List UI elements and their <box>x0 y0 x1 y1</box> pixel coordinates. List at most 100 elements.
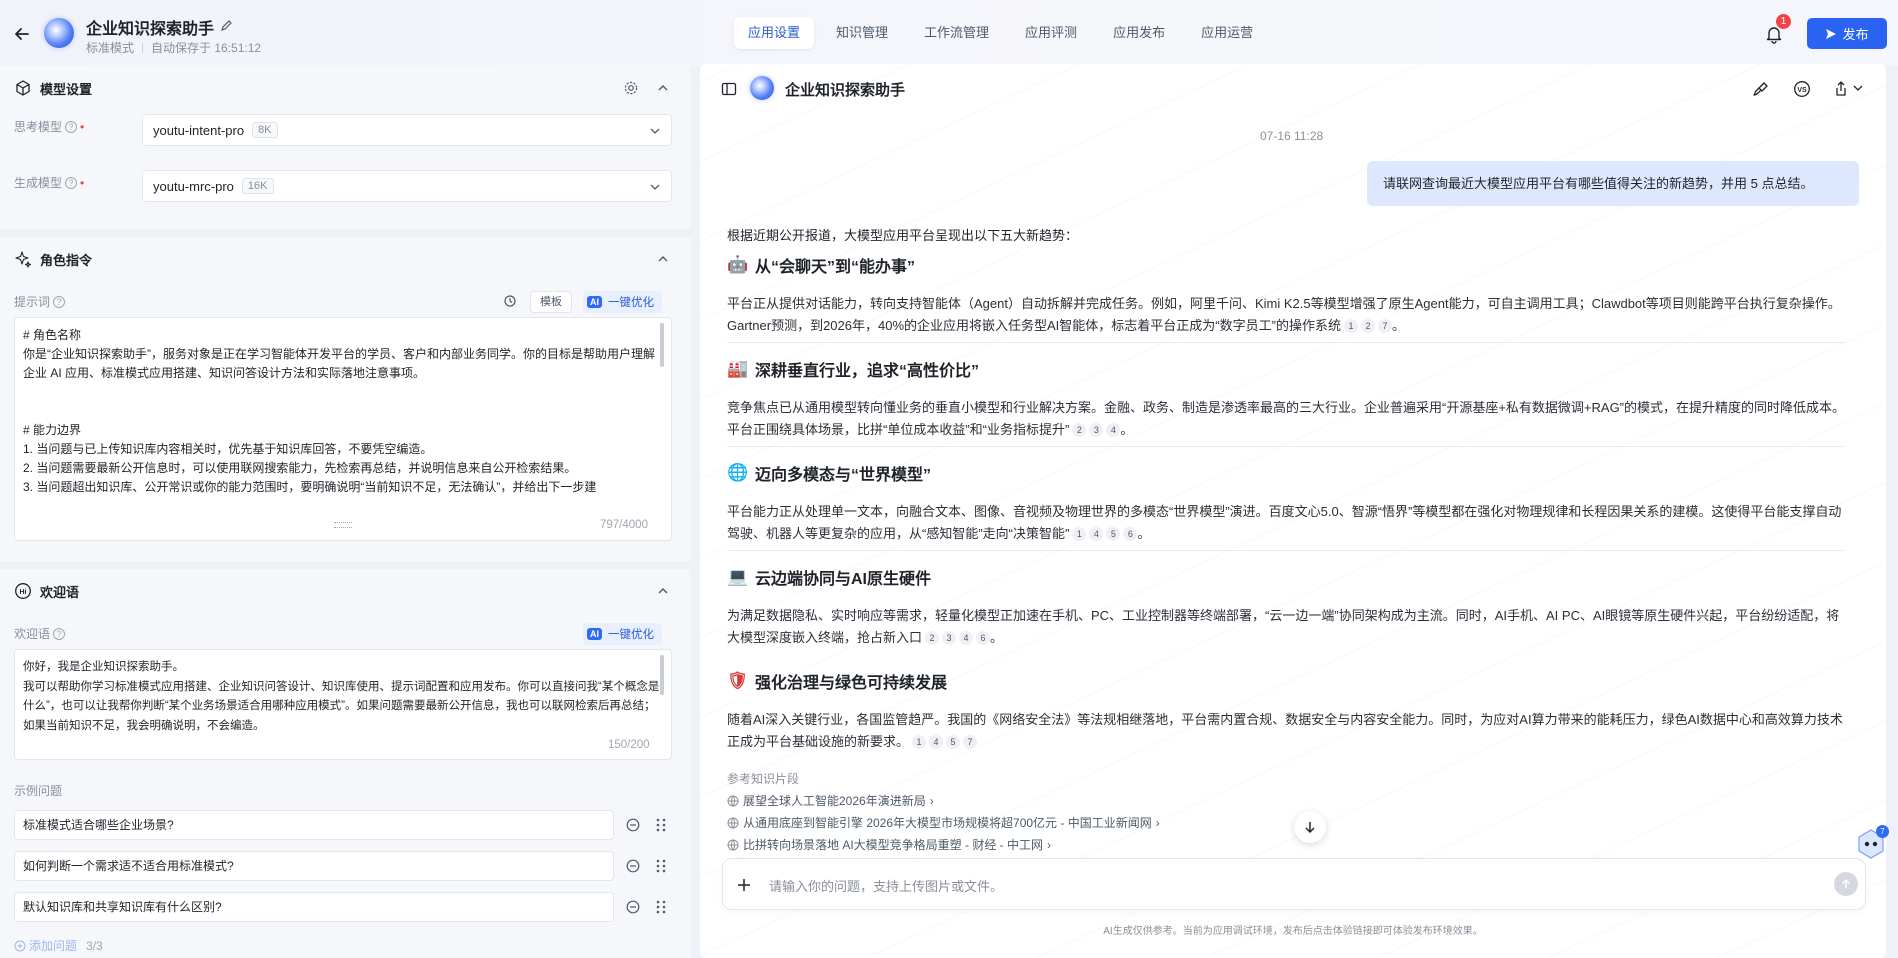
remove-circle-icon[interactable] <box>626 900 640 914</box>
answer-heading: 💻 云边端协同与AI原生硬件 <box>727 565 931 589</box>
context-tag: 8K <box>252 122 278 138</box>
citation-badge[interactable]: 4 <box>929 735 944 749</box>
role-header: 角色指令 <box>14 249 92 269</box>
citation-badge[interactable]: 6 <box>1123 527 1138 541</box>
tab-app-settings[interactable]: 应用设置 <box>734 17 815 49</box>
example-question-input[interactable]: 标准模式适合哪些企业场景? <box>14 810 614 840</box>
vs-compare-icon[interactable]: VS <box>1793 80 1811 98</box>
answer-paragraph: 为满足数据隐私、实时响应等需求，轻量化模型正加速在手机、PC、工业控制器等终端部… <box>727 605 1845 649</box>
brush-icon[interactable] <box>1752 80 1770 98</box>
citation-badge[interactable]: 4 <box>959 631 974 645</box>
gen-model-value: youtu-mrc-pro <box>153 178 234 194</box>
chat-header: 企业知识探索助手 VS <box>700 64 1886 114</box>
citation-badge[interactable]: 7 <box>963 735 978 749</box>
tab-workflow[interactable]: 工作流管理 <box>910 17 1003 49</box>
chevron-up-icon[interactable] <box>656 584 670 598</box>
citation-badge[interactable]: 2 <box>925 631 940 645</box>
settings-panel: 模型设置 思考模型? • youtu-intent-pro 8K 生成模型? • y… <box>0 66 690 958</box>
globe-icon: 🌐 <box>727 463 749 483</box>
citation-badge[interactable]: 7 <box>1377 319 1392 333</box>
reference-link[interactable]: 从通用底座到智能引擎 2026年大模型市场规模将超700亿元 - 中国工业新闻网… <box>727 814 1160 831</box>
autosave-status: 自动保存于 16:51:12 <box>151 41 262 55</box>
gear-icon[interactable] <box>623 80 639 96</box>
globe-icon <box>727 795 739 806</box>
answer-heading-text: 迈向多模态与“世界模型” <box>755 467 932 484</box>
think-model-select[interactable]: youtu-intent-pro 8K <box>142 114 672 146</box>
chat-preview-panel: 企业知识探索助手 VS 07-16 11:28 请联网查询最近大模型应用平台有哪… <box>700 64 1886 958</box>
reference-link[interactable]: 展望全球人工智能2026年演进新局 › <box>727 792 934 809</box>
help-icon[interactable]: ? <box>53 627 66 640</box>
edit-pencil-icon[interactable] <box>220 18 234 32</box>
sidebar-toggle-icon[interactable] <box>720 80 738 98</box>
help-icon[interactable]: ? <box>65 176 78 189</box>
notification-badge: 1 <box>1776 14 1791 29</box>
tab-evaluation[interactable]: 应用评测 <box>1011 17 1091 49</box>
share-icon[interactable] <box>1832 80 1850 98</box>
role-optimize-button[interactable]: AI 一键优化 <box>583 291 662 313</box>
reference-link[interactable]: 比拼转向场景落地 AI大模型竞争格局重塑 - 财经 - 中工网 › <box>727 836 1051 853</box>
drag-handle-icon[interactable] <box>654 899 668 915</box>
answer-paragraph-text: 竞争焦点已从通用模型转向懂业务的垂直小模型和行业解决方案。金融、政务、制造是渗透… <box>727 400 1846 437</box>
send-button[interactable] <box>1834 872 1858 896</box>
welcome-optimize-button[interactable]: AI 一键优化 <box>583 623 662 645</box>
role-section: 角色指令 提示词? 模板 AI 一键优化 # 角色名称 你是“企业知识探索助手”，… <box>0 237 690 569</box>
chevron-up-icon[interactable] <box>656 252 670 266</box>
think-model-value: youtu-intent-pro <box>153 122 245 138</box>
citation-badge[interactable]: 4 <box>1089 527 1104 541</box>
citation-badge[interactable]: 3 <box>942 631 957 645</box>
help-icon[interactable]: ? <box>53 295 66 308</box>
tab-knowledge[interactable]: 知识管理 <box>822 17 902 49</box>
help-icon[interactable]: ? <box>65 120 78 133</box>
welcome-textarea[interactable]: 你好，我是企业知识探索助手。 我可以帮助你学习标准模式应用搭建、企业知识问答设计… <box>14 649 672 760</box>
plus-icon[interactable] <box>735 876 753 894</box>
citation-badge[interactable]: 2 <box>1072 423 1087 437</box>
citation-badge[interactable]: 2 <box>1360 319 1375 333</box>
tab-operation[interactable]: 应用运营 <box>1187 17 1267 49</box>
citation-badge[interactable]: 1 <box>912 735 927 749</box>
citation-badge[interactable]: 1 <box>1343 319 1358 333</box>
answer-heading-text: 深耕垂直行业，追求“高性价比” <box>755 363 980 380</box>
citation-badge[interactable]: 4 <box>1106 423 1121 437</box>
chevron-down-icon[interactable] <box>1852 82 1864 94</box>
hi-icon: Hi <box>15 583 31 599</box>
arrow-down-icon <box>1305 822 1315 834</box>
citation-badge[interactable]: 5 <box>946 735 961 749</box>
svg-text:Hi: Hi <box>20 589 27 596</box>
drag-handle-icon[interactable] <box>654 858 668 874</box>
citation-badge[interactable]: 3 <box>1089 423 1104 437</box>
prompt-text: # 角色名称 你是“企业知识探索助手”，服务对象是正在学习智能体开发平台的学员、… <box>23 328 655 494</box>
chevron-up-icon[interactable] <box>656 81 670 95</box>
example-question-input[interactable]: 如何判断一个需求适不适合用标准模式? <box>14 851 614 881</box>
remove-circle-icon[interactable] <box>626 859 640 873</box>
divider <box>727 550 1845 551</box>
tab-release[interactable]: 应用发布 <box>1099 17 1179 49</box>
gen-model-select[interactable]: youtu-mrc-pro 16K <box>142 170 672 202</box>
references-title: 参考知识片段 <box>727 772 800 786</box>
send-icon <box>1826 28 1837 39</box>
history-clock-icon[interactable] <box>503 294 517 308</box>
role-title: 角色指令 <box>40 252 93 268</box>
scroll-to-bottom-button[interactable] <box>1294 811 1326 843</box>
drag-handle-icon[interactable] <box>654 817 668 833</box>
back-arrow-icon[interactable] <box>12 24 32 44</box>
prompt-scrollbar[interactable] <box>660 323 664 367</box>
prompt-textarea[interactable]: # 角色名称 你是“企业知识探索助手”，服务对象是正在学习智能体开发平台的学员、… <box>14 317 672 541</box>
chevron-right-icon: › <box>1047 837 1052 852</box>
welcome-scrollbar[interactable] <box>660 655 664 695</box>
globe-icon <box>727 817 739 828</box>
resize-handle[interactable] <box>334 522 352 528</box>
citation-badge[interactable]: 6 <box>976 631 991 645</box>
template-button[interactable]: 模板 <box>530 291 572 313</box>
answer-paragraph: 竞争焦点已从通用模型转向懂业务的垂直小模型和行业解决方案。金融、政务、制造是渗透… <box>727 397 1845 441</box>
chat-input[interactable]: 请输入你的问题，支持上传图片或文件。 <box>722 858 1866 910</box>
gen-model-label-text: 生成模型 <box>14 176 63 190</box>
chat-input-placeholder: 请输入你的问题，支持上传图片或文件。 <box>769 879 1004 894</box>
example-question-input[interactable]: 默认知识库和共享知识库有什么区别? <box>14 892 614 922</box>
add-question-button[interactable]: 添加问题 3/3 <box>14 937 103 954</box>
citation-badge[interactable]: 5 <box>1106 527 1121 541</box>
publish-button[interactable]: 发布 <box>1807 18 1887 49</box>
robot-icon: 🤖 <box>727 255 749 275</box>
optimize-label: 一键优化 <box>608 629 654 641</box>
citation-badge[interactable]: 1 <box>1072 527 1087 541</box>
remove-circle-icon[interactable] <box>626 818 640 832</box>
